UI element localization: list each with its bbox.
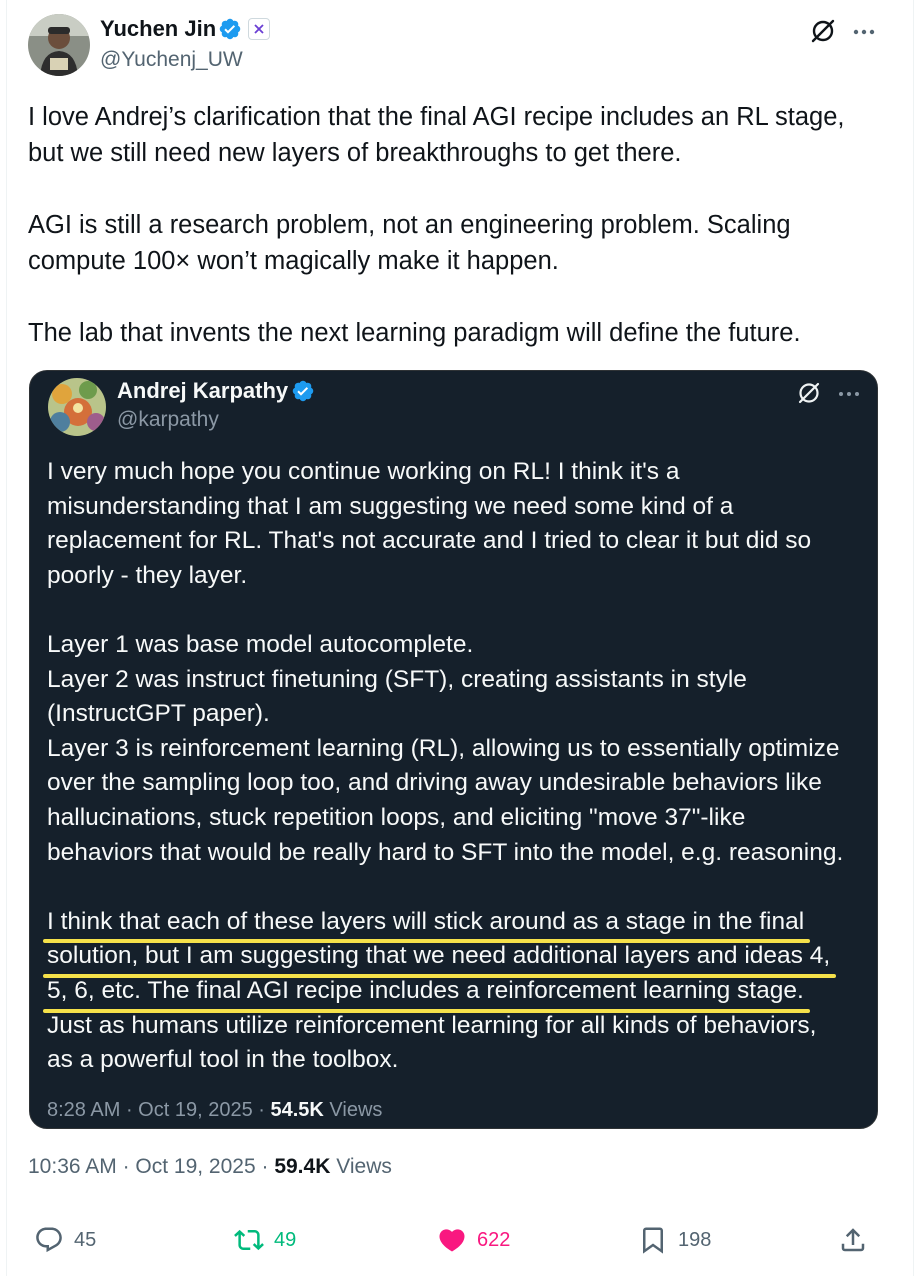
highlighted-line: solution, but I am suggesting that we ne… (42, 939, 837, 978)
quoted-line: Layer 1 was base model autocomplete. (47, 630, 474, 658)
quoted-more-options-icon[interactable] (836, 381, 862, 407)
quoted-author-handle[interactable]: @karpathy (117, 408, 219, 432)
repost-count: 49 (274, 1228, 297, 1251)
affiliation-badge-icon[interactable] (248, 18, 270, 40)
tweet-text: I love Andrej’s clarification that the f… (28, 99, 888, 351)
quoted-grok-icon[interactable] (795, 379, 823, 407)
highlighted-line: I think that each of these layers will s… (42, 905, 811, 943)
reply-count: 45 (74, 1228, 97, 1251)
quoted-verified-badge-icon (292, 380, 314, 402)
bookmark-count: 198 (678, 1228, 712, 1251)
author-avatar[interactable] (28, 14, 90, 76)
verified-badge-icon (219, 18, 241, 40)
quoted-line: hallucinations, stuck repetition loops, … (47, 803, 746, 831)
quoted-tweet-text: I very much hope you continue working on… (42, 455, 867, 1078)
author-name[interactable]: Yuchen Jin (100, 16, 216, 42)
like-count: 622 (477, 1228, 511, 1251)
grok-icon[interactable] (808, 16, 838, 46)
quoted-line: I very much hope you continue working on… (47, 458, 680, 485)
share-button[interactable] (838, 1225, 868, 1255)
quoted-line: Just as humans utilize reinforcement lea… (47, 1011, 817, 1039)
reply-button[interactable]: 45 (34, 1225, 96, 1255)
quoted-author-name[interactable]: Andrej Karpathy (117, 378, 288, 404)
quoted-time[interactable]: 8:28 AM (47, 1099, 120, 1121)
author-handle[interactable]: @Yuchenj_UW (100, 48, 243, 72)
tweet-line: AGI is still a research problem, not an … (28, 211, 791, 239)
like-button[interactable]: 622 (437, 1225, 510, 1255)
quoted-tweet[interactable]: Andrej Karpathy @karpathy I very much ho… (29, 370, 878, 1129)
action-bar: 45 49 622 198 (0, 1225, 916, 1265)
quoted-tweet-meta: 8:28 AM · Oct 19, 2025 · 54.5K Views (47, 1099, 383, 1121)
bookmark-icon (643, 1227, 663, 1254)
share-icon (841, 1228, 865, 1252)
quoted-line: misunderstanding that I am suggesting we… (47, 492, 734, 520)
tweet-line: The lab that invents the next learning p… (28, 319, 801, 347)
tweet-date[interactable]: Oct 19, 2025 (135, 1155, 255, 1178)
reply-icon (36, 1227, 62, 1253)
bookmark-button[interactable]: 198 (638, 1225, 711, 1255)
quoted-line: (InstructGPT paper). (47, 700, 270, 728)
quoted-line: over the sampling loop too, and driving … (47, 769, 822, 797)
views-label: Views (336, 1155, 392, 1178)
quoted-views-label: Views (329, 1099, 383, 1121)
views-count: 59.4K (274, 1155, 331, 1178)
quoted-author-avatar[interactable] (48, 378, 106, 436)
quoted-line: Layer 3 is reinforcement learning (RL), … (47, 734, 840, 762)
quoted-line: poorly - they layer. (47, 561, 248, 589)
quoted-views-count: 54.5K (270, 1099, 324, 1121)
tweet-meta: 10:36 AM · Oct 19, 2025 · 59.4K Views (28, 1155, 392, 1178)
quoted-line: replacement for RL. That's not accurate … (47, 527, 812, 555)
heart-icon (439, 1229, 465, 1252)
tweet-line: compute 100× won’t magically make it hap… (28, 247, 559, 275)
quoted-date[interactable]: Oct 19, 2025 (138, 1099, 253, 1121)
tweet-time[interactable]: 10:36 AM (28, 1155, 117, 1178)
repost-button[interactable]: 49 (234, 1225, 296, 1255)
quoted-line: as a powerful tool in the toolbox. (47, 1046, 399, 1074)
quoted-line: behaviors that would be really hard to S… (47, 838, 844, 866)
tweet-line: I love Andrej’s clarification that the f… (28, 103, 845, 131)
quoted-line: Layer 2 was instruct finetuning (SFT), c… (47, 665, 747, 693)
highlighted-line: 5, 6, etc. The final AGI recipe includes… (43, 974, 810, 1013)
more-options-icon[interactable] (850, 18, 878, 46)
tweet-line: but we still need new layers of breakthr… (28, 139, 682, 167)
repost-icon (234, 1229, 264, 1251)
